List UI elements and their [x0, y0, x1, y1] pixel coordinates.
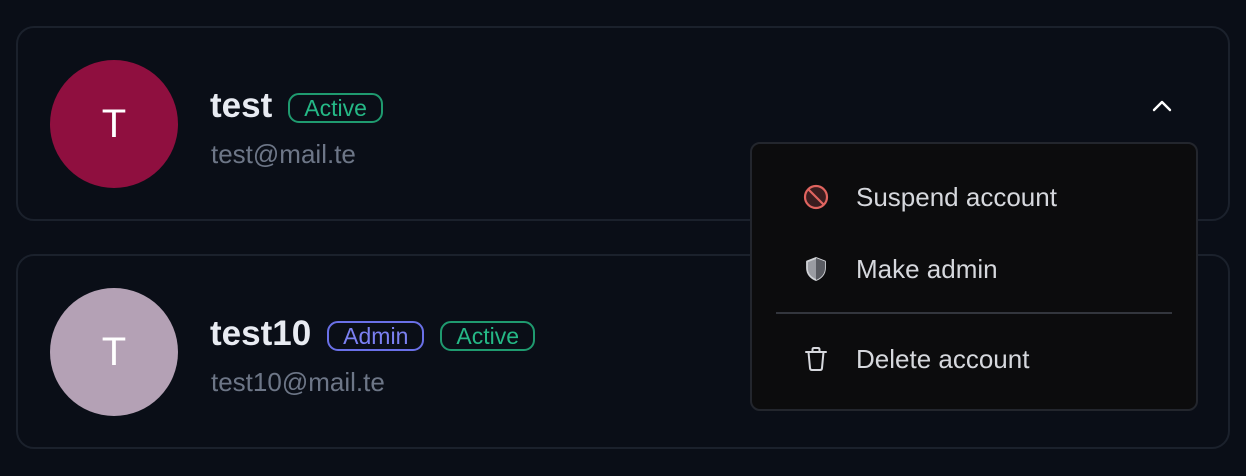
avatar: T [50, 288, 178, 416]
shield-icon [802, 255, 830, 283]
suspend-account-menu-item[interactable]: Suspend account [752, 169, 1196, 225]
avatar-initial: T [101, 101, 127, 146]
delete-account-menu-item[interactable]: Delete account [752, 331, 1196, 387]
name-row: test Active [210, 86, 383, 126]
avatar: T [50, 60, 178, 188]
user-email: test@mail.te [211, 139, 356, 169]
status-badge-active: Active [288, 93, 383, 123]
menu-divider [776, 312, 1172, 314]
account-actions-menu: Suspend account Make admin Delete accoun… [750, 142, 1198, 411]
username: test10 [210, 314, 312, 353]
menu-item-label: Make admin [856, 253, 998, 284]
avatar-initial: T [101, 329, 127, 374]
trash-icon [802, 345, 830, 373]
menu-item-label: Suspend account [856, 181, 1057, 212]
user-email: test10@mail.te [211, 367, 385, 397]
status-badge-active: Active [440, 321, 536, 351]
ban-icon [802, 183, 830, 211]
role-badge-admin: Admin [327, 321, 425, 351]
menu-item-label: Delete account [856, 343, 1030, 374]
make-admin-menu-item[interactable]: Make admin [752, 241, 1196, 297]
name-row: test10 Admin Active [210, 314, 536, 354]
username: test [210, 86, 273, 125]
chevron-up-icon[interactable] [1142, 86, 1182, 126]
